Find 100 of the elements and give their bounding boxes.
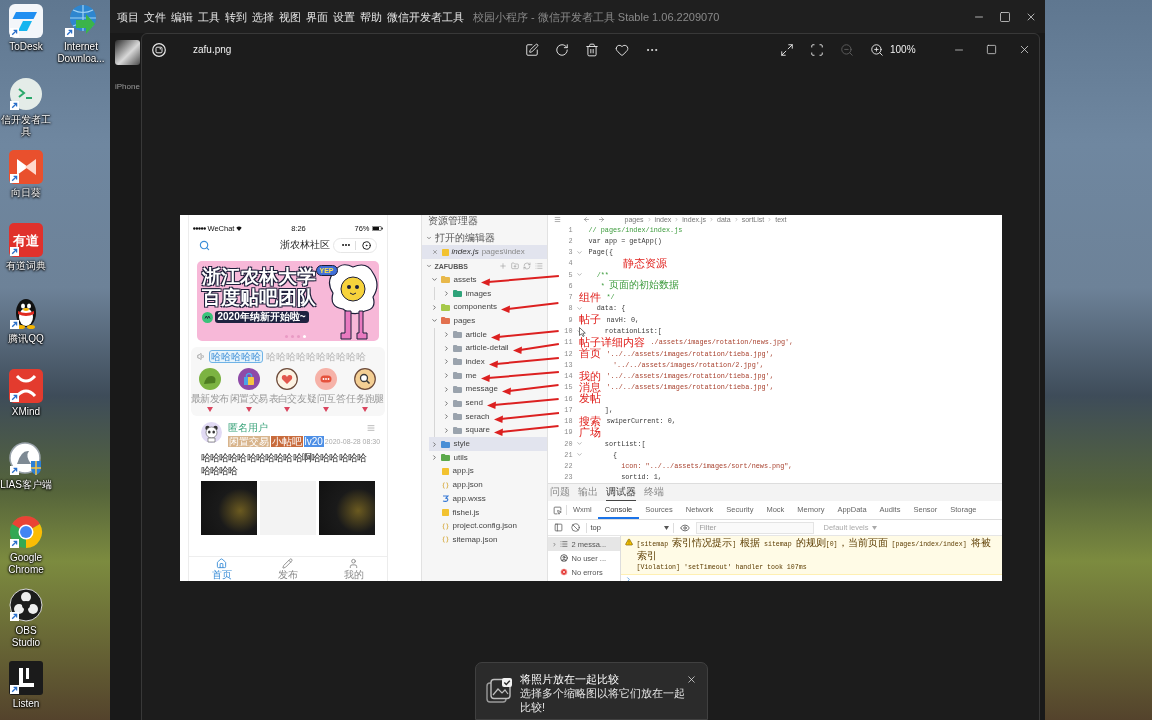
search-icon[interactable] [198,239,210,251]
forward-icon[interactable] [597,216,605,223]
tree-item[interactable]: article [440,327,489,342]
heart-icon[interactable] [615,42,629,57]
leaf-circle-icon[interactable] [198,368,221,390]
plus-icon[interactable] [498,262,507,270]
menu-item[interactable]: 编辑 [171,9,193,24]
heart-circle-icon[interactable] [276,368,299,390]
no-entry-icon[interactable] [570,523,580,532]
caret-icon[interactable] [442,413,450,421]
tree-item[interactable]: style [428,437,547,451]
menu-item[interactable]: 工具 [198,9,220,24]
caret-icon[interactable] [430,276,438,284]
panel-left-icon[interactable] [553,523,563,532]
caret-icon[interactable] [430,317,438,325]
edit-icon[interactable] [525,42,539,57]
zoom-in-icon[interactable] [870,42,884,57]
expand-arrows-icon[interactable] [780,42,794,57]
photo-circle-icon[interactable] [152,42,166,57]
close-icon[interactable] [686,674,697,685]
refresh-icon[interactable] [522,262,531,270]
menu-item[interactable]: 文件 [144,9,166,24]
menu-icon[interactable] [553,216,561,223]
menu-item[interactable]: 界面 [306,9,328,24]
tree-item[interactable]: utils [428,450,547,465]
tab-bar-item[interactable]: 我的 [343,558,364,580]
tree-item[interactable]: message [440,382,500,397]
caret-icon[interactable] [442,358,450,366]
error-icon [559,568,568,576]
maximize-icon[interactable] [999,10,1011,23]
caret-icon[interactable] [442,426,450,434]
folder-plus-icon[interactable] [510,262,519,270]
desktop-shortcut[interactable]: XMind [0,368,52,418]
desktop-shortcut[interactable]: Internet Downloa... [52,3,110,65]
tree-item[interactable]: components [428,300,500,315]
tree-item[interactable]: me [440,368,479,383]
menu-item[interactable]: 转到 [225,9,247,24]
caret-icon[interactable] [442,290,450,298]
caret-icon[interactable] [442,344,450,352]
tree-item[interactable]: assets [428,273,479,287]
tree-item[interactable]: images [440,286,547,301]
desktop-shortcut[interactable]: Google Chrome [0,514,52,576]
menu-item[interactable]: 微信开发者工具 [387,9,464,24]
shortcut-arrow-icon [10,320,19,329]
tab-bar-item[interactable]: 发布 [277,558,298,580]
prompt-icon[interactable] [624,576,632,581]
tree-item[interactable]: app.json [428,478,547,492]
list-icon[interactable] [534,262,543,270]
tree-item[interactable]: fishei.js [428,505,547,520]
tab-bar-item[interactable]: 首页 [211,558,232,580]
caret-icon[interactable] [551,541,557,547]
back-icon[interactable] [582,216,590,223]
tree-item[interactable]: send [440,396,485,410]
tree-item[interactable]: app.wxss [428,492,547,506]
rotate-icon[interactable] [555,42,569,57]
menu-item[interactable]: 视图 [279,9,301,24]
menu-item[interactable]: 帮助 [360,9,382,24]
warning-icon [624,538,633,546]
tree-item[interactable]: app.js [428,464,547,479]
open-editor-item[interactable]: index.js pages\index [421,245,547,259]
menu-item[interactable]: 选择 [252,9,274,24]
caret-icon[interactable] [430,303,438,311]
desktop-shortcut[interactable]: ToDesk [0,3,52,53]
caret-icon[interactable] [442,331,450,339]
tree-item[interactable]: project.config.json [428,519,547,534]
close-icon[interactable] [1018,43,1031,56]
bag-circle-icon[interactable] [237,368,260,390]
tree-item[interactable]: index [440,355,487,369]
desktop-shortcut[interactable]: Listen [0,660,52,710]
user-icon [559,554,568,562]
section-header[interactable]: 打开的编辑器 [421,231,547,245]
desktop-shortcut[interactable]: LIAS客户端 [0,441,52,491]
capsule-button[interactable] [332,237,377,253]
caret-icon[interactable] [430,454,438,462]
caret-icon[interactable] [442,372,450,380]
tree-item[interactable]: sitemap.json [428,533,547,547]
desktop-shortcut[interactable]: OBS Studio [0,587,52,649]
frame-corners-icon[interactable] [810,42,824,57]
trash-icon[interactable] [585,42,599,57]
maximize-icon[interactable] [986,44,997,55]
menu-item[interactable]: 设置 [333,9,355,24]
category-label: 疑问互答 [307,393,346,404]
tree-item[interactable]: article-detail [440,341,511,356]
tree-item[interactable]: serach [440,409,492,424]
magnifier-circle-icon[interactable] [354,368,377,390]
shortcut-arrow-icon [10,685,19,694]
caret-icon[interactable] [430,440,438,448]
tree-item[interactable]: pages [428,314,547,328]
menu-icon[interactable] [366,424,375,432]
desktop-shortcut[interactable]: 有道 有道词典 [0,222,52,272]
tree-item[interactable]: square [440,423,492,438]
caret-icon[interactable] [442,399,450,407]
menu-item[interactable]: 项目 [117,9,139,24]
pointer-square-icon[interactable] [552,505,562,515]
eye-icon[interactable] [679,522,690,533]
chat-circle-icon[interactable] [315,368,338,390]
signal-dots-icon [192,226,206,230]
desktop-shortcut[interactable]: 腾讯QQ [0,295,52,345]
panel-tab[interactable]: 调试器 [605,484,636,501]
caret-icon[interactable] [442,385,450,393]
